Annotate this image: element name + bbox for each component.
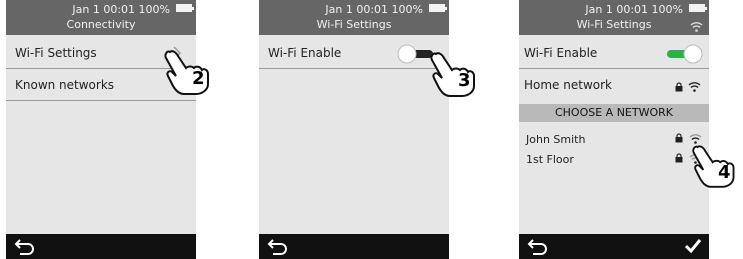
status-day: 1 <box>345 3 353 16</box>
wifi-icon <box>690 22 703 32</box>
lock-icon <box>675 133 683 143</box>
network-item-label[interactable]: John Smith <box>526 133 585 146</box>
screen-title: Wi-Fi Settings <box>576 18 652 31</box>
status-date: Jan <box>72 3 90 16</box>
choose-network-header: CHOOSE A NETWORK <box>519 104 709 122</box>
status-datetime: Jan 1 00:01 100% <box>519 3 709 16</box>
lock-icon <box>675 153 683 163</box>
status-date: Jan <box>325 3 343 16</box>
bottom-bar <box>519 234 709 259</box>
battery-icon <box>176 4 194 12</box>
bottom-bar <box>259 234 449 259</box>
battery-icon <box>689 4 707 12</box>
wifi-icon <box>688 82 701 92</box>
step-number: 3 <box>458 70 471 91</box>
pointing-hand-icon: 4 <box>690 142 743 190</box>
status-time: 00:01 <box>103 3 136 16</box>
back-arrow-icon[interactable] <box>527 237 549 255</box>
screen-wifi-settings-on: Jan 1 00:01 100% Wi-Fi Settings Wi-Fi En… <box>519 0 709 259</box>
status-datetime: Jan 1 00:01 100% <box>259 3 449 16</box>
step-number: 4 <box>718 162 731 183</box>
bottom-bar <box>6 234 196 259</box>
step-number: 2 <box>192 68 205 89</box>
status-battery-percent: 100% <box>391 3 423 16</box>
screen-title: Wi-Fi Settings <box>316 18 392 31</box>
home-network-label: Home network <box>524 78 612 92</box>
battery-icon <box>429 4 447 12</box>
pointing-hand-icon: 3 <box>428 50 484 98</box>
wifi-enable-label: Wi-Fi Enable <box>524 46 598 60</box>
wifi-enable-row: Wi-Fi Enable <box>519 38 709 69</box>
screen-title: Connectivity <box>66 18 136 31</box>
status-day: 1 <box>92 3 100 16</box>
menu-item-label: Wi-Fi Settings <box>15 46 97 60</box>
network-item-label[interactable]: 1st Floor <box>526 153 574 166</box>
screen-connectivity: Jan 1 00:01 100% Connectivity Wi-Fi Sett… <box>6 0 196 259</box>
status-time: 00:01 <box>616 3 649 16</box>
home-network-row[interactable]: Home network <box>519 70 709 101</box>
status-battery-percent: 100% <box>651 3 683 16</box>
status-day: 1 <box>605 3 613 16</box>
pointing-hand-icon: 2 <box>162 48 218 96</box>
status-bar: Jan 1 00:01 100% Wi-Fi Settings <box>259 0 449 35</box>
status-bar: Jan 1 00:01 100% Wi-Fi Settings <box>519 0 709 35</box>
back-arrow-icon[interactable] <box>14 237 36 255</box>
status-datetime: Jan 1 00:01 100% <box>6 3 196 16</box>
status-time: 00:01 <box>356 3 389 16</box>
checkmark-icon[interactable] <box>683 237 703 255</box>
screen-wifi-settings-off: Jan 1 00:01 100% Wi-Fi Settings Wi-Fi En… <box>259 0 449 259</box>
menu-item-label: Known networks <box>15 78 115 92</box>
wifi-enable-row: Wi-Fi Enable <box>259 38 449 69</box>
status-date: Jan <box>585 3 603 16</box>
status-battery-percent: 100% <box>138 3 170 16</box>
wifi-enable-toggle[interactable] <box>665 44 703 64</box>
lock-icon <box>675 82 683 92</box>
back-arrow-icon[interactable] <box>267 237 289 255</box>
wifi-enable-label: Wi-Fi Enable <box>268 46 342 60</box>
status-bar: Jan 1 00:01 100% Connectivity <box>6 0 196 35</box>
